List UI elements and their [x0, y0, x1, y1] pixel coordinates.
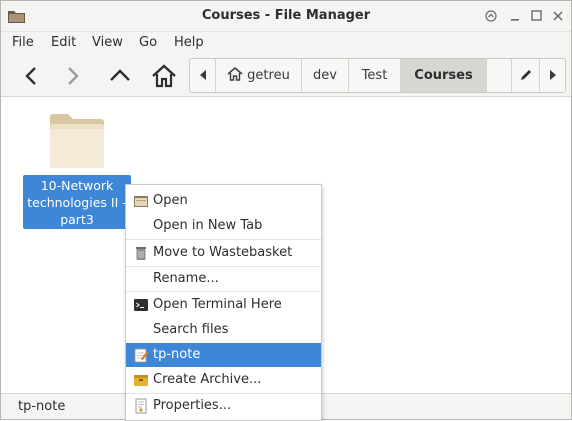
path-segment-courses[interactable]: Courses: [401, 59, 487, 92]
path-segment-getreu[interactable]: getreu: [216, 59, 302, 92]
maximize-button[interactable]: [527, 7, 545, 25]
path-segment-label: dev: [313, 68, 337, 83]
path-bar: getreu dev Test Courses: [189, 58, 566, 93]
path-segment-label: Test: [361, 68, 388, 83]
menu-item-label: Properties...: [153, 398, 232, 413]
menu-separator: [126, 239, 321, 240]
path-scroll-left-button[interactable]: [190, 59, 216, 92]
title-bar[interactable]: Courses - File Manager: [1, 1, 571, 32]
path-segment-label: getreu: [247, 68, 290, 83]
archive-icon: [134, 375, 148, 386]
menu-item-tp-note[interactable]: tp-note: [126, 343, 321, 367]
minimize-icon: [511, 19, 519, 21]
open-folder-icon: [134, 196, 148, 207]
back-button[interactable]: [17, 62, 45, 90]
menu-bar: File Edit View Go Help: [1, 32, 571, 54]
terminal-icon: [134, 299, 148, 311]
close-icon: [553, 11, 563, 21]
caret-right-icon: [549, 69, 556, 80]
menu-item-open-terminal[interactable]: Open Terminal Here: [126, 293, 321, 317]
menu-item-label: Open in New Tab: [153, 218, 263, 233]
forward-icon: [68, 67, 79, 85]
menu-go[interactable]: Go: [139, 35, 157, 50]
menu-item-properties[interactable]: Properties...: [126, 394, 321, 418]
folder-name-line: part3: [60, 212, 94, 227]
restore-up-icon: [485, 10, 497, 22]
context-menu: Open Open in New Tab Move to Wastebasket…: [125, 184, 322, 421]
edit-location-button[interactable]: [511, 59, 539, 92]
home-icon: [227, 67, 243, 81]
folder-name-line: technologies II -: [27, 195, 127, 210]
pencil-icon: [520, 69, 531, 80]
menu-item-label: Rename...: [153, 271, 219, 286]
trash-icon: [136, 247, 146, 260]
up-icon: [110, 69, 130, 81]
folder-name-line: 10-Network: [40, 178, 114, 193]
close-button[interactable]: [549, 7, 567, 25]
path-scroll-right-button[interactable]: [539, 59, 565, 92]
menu-item-label: Open: [153, 193, 188, 208]
path-segment-test[interactable]: Test: [349, 59, 401, 92]
menu-item-move-to-wastebasket[interactable]: Move to Wastebasket: [126, 241, 321, 265]
caret-left-icon: [199, 69, 206, 80]
menu-item-label: tp-note: [153, 347, 201, 362]
up-button[interactable]: [106, 62, 134, 90]
menu-item-label: Search files: [153, 322, 229, 337]
file-manager-window: Courses - File Manager File Edit View Go…: [0, 0, 572, 421]
folder-icon: [50, 114, 104, 168]
menu-item-label: Create Archive...: [153, 372, 262, 387]
menu-separator: [126, 291, 321, 292]
path-segment-dev[interactable]: dev: [302, 59, 349, 92]
menu-item-search-files[interactable]: Search files: [126, 318, 321, 342]
note-icon: [134, 348, 149, 363]
menu-item-rename[interactable]: Rename...: [126, 267, 321, 291]
menu-file[interactable]: File: [12, 35, 34, 50]
forward-button[interactable]: [59, 62, 87, 90]
menu-item-label: Move to Wastebasket: [153, 245, 293, 260]
back-icon: [25, 67, 36, 85]
maximize-icon: [530, 10, 542, 21]
menu-item-open-new-tab[interactable]: Open in New Tab: [126, 214, 321, 238]
minimize-button[interactable]: [506, 7, 524, 25]
menu-item-create-archive[interactable]: Create Archive...: [126, 368, 321, 392]
menu-view[interactable]: View: [92, 35, 123, 50]
path-segment-label: Courses: [414, 68, 473, 83]
menu-item-label: Open Terminal Here: [153, 297, 282, 312]
menu-edit[interactable]: Edit: [51, 35, 76, 50]
properties-icon: [135, 398, 147, 414]
menu-help[interactable]: Help: [174, 35, 204, 50]
menu-item-open[interactable]: Open: [126, 189, 321, 213]
status-text: tp-note: [18, 399, 66, 414]
home-icon: [152, 64, 176, 88]
shade-button[interactable]: [482, 7, 500, 25]
home-button[interactable]: [150, 62, 178, 90]
folder-name-label: 10-Network technologies II - part3: [23, 175, 131, 229]
